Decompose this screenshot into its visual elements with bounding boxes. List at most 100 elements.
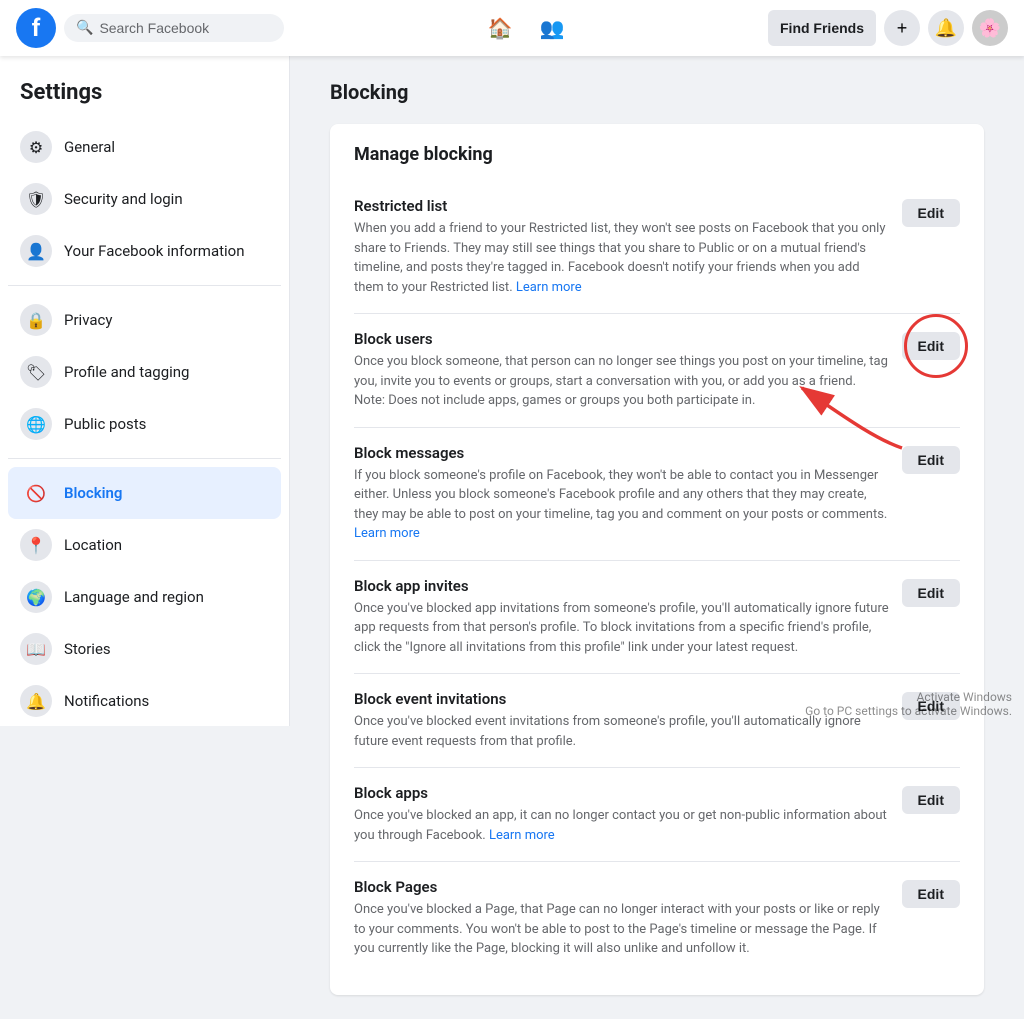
friends-button[interactable]: 👥 [528,8,576,48]
bell-button[interactable]: 🔔 [928,10,964,46]
sidebar-label-location: Location [64,536,122,554]
fb-logo[interactable]: f [16,8,56,48]
annotation-container-block-users: Edit [902,330,960,360]
main-content: Blocking Manage blocking Restricted list… [290,56,1024,1019]
block-section-block-messages: Block messages If you block someone's pr… [354,428,960,561]
sidebar-label-profile-tagging: Profile and tagging [64,363,189,381]
learn-more-link-block-apps[interactable]: Learn more [489,828,555,843]
sidebar-item-language-region[interactable]: 🌍 Language and region [8,571,281,623]
sidebar-item-public-posts[interactable]: 🌐 Public posts [8,398,281,450]
sidebar-label-notifications: Notifications [64,692,149,710]
sidebar-icon-public-posts: 🌐 [20,408,52,440]
edit-button-block-event-invitations[interactable]: Edit [902,692,960,720]
search-bar: 🔍 [64,14,284,42]
block-section-title-block-event-invitations: Block event invitations [354,690,890,708]
block-section-block-app-invites: Block app invites Once you've blocked ap… [354,561,960,675]
annotation-container-block-pages: Edit [902,878,960,908]
plus-button[interactable]: + [884,10,920,46]
sidebar-icon-notifications: 🔔 [20,685,52,717]
sidebar-item-privacy[interactable]: 🔒 Privacy [8,294,281,346]
card-title: Manage blocking [354,144,960,165]
blocking-sections: Restricted list When you add a friend to… [354,181,960,975]
block-section-title-block-messages: Block messages [354,444,890,462]
annotation-container-block-messages: Edit [902,444,960,474]
block-section-desc-block-pages: Once you've blocked a Page, that Page ca… [354,900,890,959]
sidebar-item-security[interactable]: 🛡 Security and login [8,173,281,225]
sidebar-label-facebook-info: Your Facebook information [64,242,245,260]
block-section-desc-block-messages: If you block someone's profile on Facebo… [354,466,890,544]
sidebar-icon-language-region: 🌍 [20,581,52,613]
block-section-title-restricted-list: Restricted list [354,197,890,215]
block-section-desc-restricted-list: When you add a friend to your Restricted… [354,219,890,297]
sidebar-icon-privacy: 🔒 [20,304,52,336]
nav-actions: Find Friends + 🔔 🌸 [768,10,1008,46]
sidebar-icon-security: 🛡 [20,183,52,215]
block-section-desc-block-event-invitations: Once you've blocked event invitations fr… [354,712,890,751]
sidebar-item-notifications[interactable]: 🔔 Notifications [8,675,281,726]
annotation-container-block-app-invites: Edit [902,577,960,607]
edit-button-block-app-invites[interactable]: Edit [902,579,960,607]
block-section-block-apps: Block apps Once you've blocked an app, i… [354,768,960,862]
annotation-container-restricted-list: Edit [902,197,960,227]
sidebar-label-privacy: Privacy [64,311,112,329]
block-section-title-block-apps: Block apps [354,784,890,802]
sidebar-divider [8,458,281,459]
block-section-block-event-invitations: Block event invitations Once you've bloc… [354,674,960,768]
sidebar-label-public-posts: Public posts [64,415,146,433]
layout: Settings ⚙ General 🛡 Security and login … [0,56,1024,1019]
block-section-content-restricted-list: Restricted list When you add a friend to… [354,197,890,297]
block-section-content-block-app-invites: Block app invites Once you've blocked ap… [354,577,890,658]
block-section-content-block-pages: Block Pages Once you've blocked a Page, … [354,878,890,959]
search-input[interactable] [99,20,272,36]
topnav: f 🔍 🏠 👥 Find Friends + 🔔 🌸 [0,0,1024,56]
sidebar-label-security: Security and login [64,190,183,208]
find-friends-button[interactable]: Find Friends [768,10,876,46]
edit-button-block-messages[interactable]: Edit [902,446,960,474]
block-section-content-block-users: Block users Once you block someone, that… [354,330,890,411]
sidebar-label-language-region: Language and region [64,588,204,606]
sidebar-divider [8,285,281,286]
sidebar-title: Settings [8,72,281,121]
block-section-title-block-users: Block users [354,330,890,348]
edit-button-block-apps[interactable]: Edit [902,786,960,814]
sidebar-item-general[interactable]: ⚙ General [8,121,281,173]
block-section-desc-block-users: Once you block someone, that person can … [354,352,890,411]
sidebar-label-blocking: Blocking [64,484,122,502]
edit-button-block-users[interactable]: Edit [902,332,960,360]
search-icon: 🔍 [76,20,93,36]
nav-center: 🏠 👥 [292,8,760,48]
learn-more-link-restricted-list[interactable]: Learn more [516,280,582,295]
sidebar-icon-stories: 📖 [20,633,52,665]
page-title: Blocking [330,80,984,104]
annotation-container-block-event-invitations: Edit [902,690,960,720]
sidebar-icon-profile-tagging: 🏷 [20,356,52,388]
annotation-container-block-apps: Edit [902,784,960,814]
sidebar-icon-blocking: 🚫 [20,477,52,509]
sidebar-item-location[interactable]: 📍 Location [8,519,281,571]
avatar[interactable]: 🌸 [972,10,1008,46]
sidebar-icon-facebook-info: 👤 [20,235,52,267]
sidebar: Settings ⚙ General 🛡 Security and login … [0,56,290,726]
sidebar-item-facebook-info[interactable]: 👤 Your Facebook information [8,225,281,277]
sidebar-item-stories[interactable]: 📖 Stories [8,623,281,675]
learn-more-link-block-messages[interactable]: Learn more [354,526,420,541]
sidebar-item-blocking[interactable]: 🚫 Blocking [8,467,281,519]
home-button[interactable]: 🏠 [476,8,524,48]
block-section-content-block-event-invitations: Block event invitations Once you've bloc… [354,690,890,751]
block-section-title-block-app-invites: Block app invites [354,577,890,595]
people-icon: 👥 [540,16,565,41]
sidebar-label-stories: Stories [64,640,111,658]
block-section-title-block-pages: Block Pages [354,878,890,896]
plus-icon: + [897,18,908,39]
sidebar-icon-location: 📍 [20,529,52,561]
block-section-block-pages: Block Pages Once you've blocked a Page, … [354,862,960,975]
edit-button-block-pages[interactable]: Edit [902,880,960,908]
sidebar-label-general: General [64,138,115,156]
sidebar-items-container: ⚙ General 🛡 Security and login 👤 Your Fa… [8,121,281,726]
block-section-block-users: Block users Once you block someone, that… [354,314,960,428]
edit-button-restricted-list[interactable]: Edit [902,199,960,227]
bell-icon: 🔔 [935,18,957,39]
blocking-card: Manage blocking Restricted list When you… [330,124,984,995]
home-icon: 🏠 [488,16,513,41]
sidebar-item-profile-tagging[interactable]: 🏷 Profile and tagging [8,346,281,398]
